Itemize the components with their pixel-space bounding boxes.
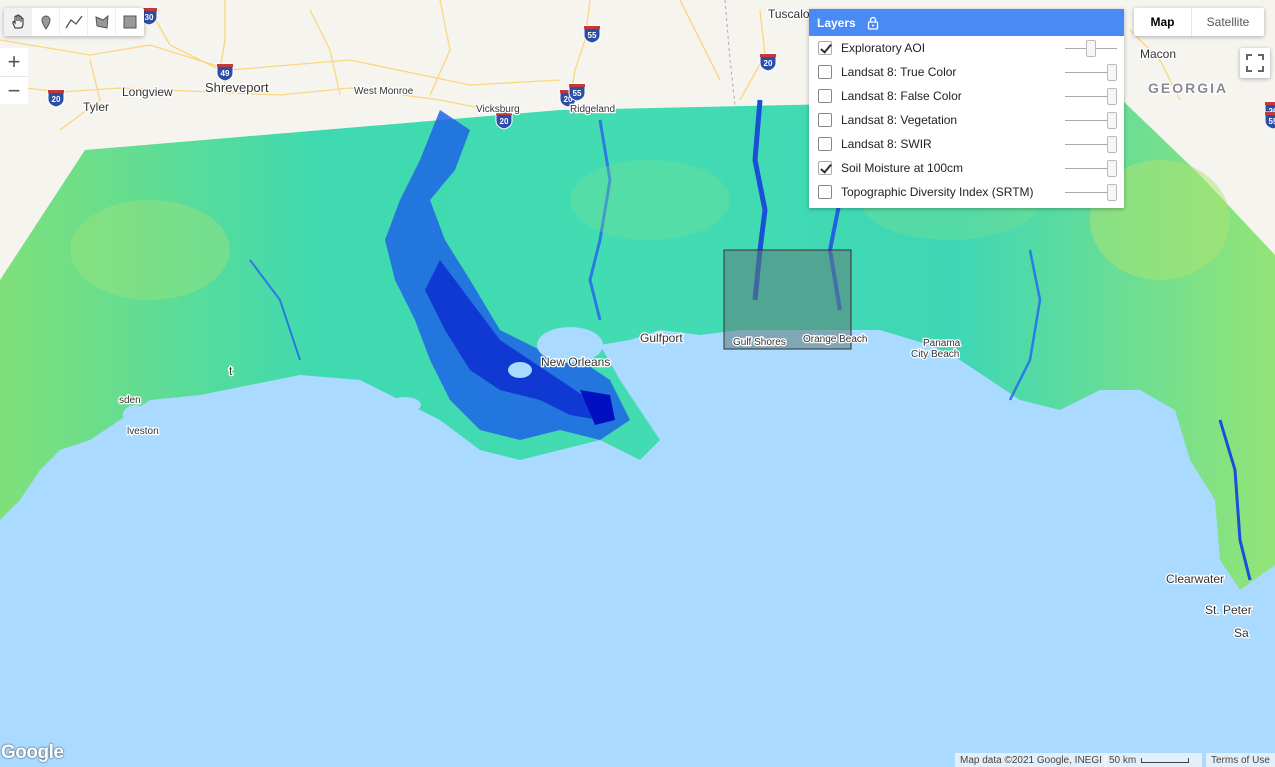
city-label: lveston	[127, 426, 159, 437]
slider-knob[interactable]	[1107, 184, 1117, 201]
layer-name[interactable]: Landsat 8: False Color	[841, 89, 962, 103]
city-label: Macon	[1140, 47, 1176, 61]
fullscreen-button[interactable]	[1240, 48, 1270, 78]
shield-number: 20	[52, 95, 61, 104]
layer-row: Landsat 8: False Color	[809, 84, 1124, 108]
slider-knob[interactable]	[1107, 160, 1117, 177]
shield-number: 49	[221, 69, 230, 78]
city-label: New Orleans	[541, 355, 610, 369]
layer-name[interactable]: Soil Moisture at 100cm	[841, 161, 963, 175]
layer-name[interactable]: Landsat 8: Vegetation	[841, 113, 957, 127]
polygon-icon[interactable]	[88, 8, 116, 36]
line-icon[interactable]	[60, 8, 88, 36]
map-type-map-button[interactable]: Map	[1134, 8, 1192, 36]
map-data-attribution: Map data ©2021 Google, INEGI	[955, 753, 1107, 767]
city-label: Panama	[923, 338, 961, 349]
layer-opacity-slider[interactable]	[1065, 156, 1117, 180]
slider-knob[interactable]	[1107, 88, 1117, 105]
shield-number: 59	[1269, 117, 1275, 126]
layer-checkbox[interactable]	[818, 89, 832, 103]
slider-knob[interactable]	[1107, 64, 1117, 81]
layer-name[interactable]: Exploratory AOI	[841, 41, 925, 55]
city-label: Tuscalo	[768, 7, 810, 21]
layer-row: Landsat 8: SWIR	[809, 132, 1124, 156]
layer-name[interactable]: Topographic Diversity Index (SRTM)	[841, 185, 1034, 199]
layers-title: Layers	[817, 15, 856, 30]
city-label: Shreveport	[205, 80, 269, 95]
zoom-out-button[interactable]: −	[0, 76, 28, 104]
layer-opacity-slider[interactable]	[1065, 108, 1117, 132]
layer-row: Topographic Diversity Index (SRTM)	[809, 180, 1124, 204]
scale-label: 50 km	[1109, 754, 1137, 766]
city-label: Gulfport	[640, 331, 683, 345]
drawing-tools	[4, 8, 144, 36]
fullscreen-icon	[1246, 54, 1264, 72]
layer-checkbox[interactable]	[818, 137, 832, 151]
scale-bar	[1141, 757, 1190, 763]
city-label: St. Peter	[1205, 603, 1252, 617]
layer-opacity-slider[interactable]	[1065, 132, 1117, 156]
shield-number: 55	[588, 31, 597, 40]
city-label: Tyler	[83, 100, 109, 114]
layer-opacity-slider[interactable]	[1065, 36, 1117, 60]
shield-number: 30	[145, 13, 154, 22]
rectangle-icon[interactable]	[116, 8, 144, 36]
interstate-shield-icon: 20	[47, 89, 65, 108]
slider-knob[interactable]	[1107, 112, 1117, 129]
layer-row: Soil Moisture at 100cm	[809, 156, 1124, 180]
layers-header: Layers	[809, 9, 1124, 36]
hand-icon[interactable]	[4, 8, 32, 36]
interstate-shield-icon: 55	[568, 83, 586, 102]
city-label: West Monroe	[354, 86, 414, 97]
google-logo: Google	[1, 742, 64, 763]
interstate-shield-icon: 55	[583, 25, 601, 44]
layer-checkbox[interactable]	[818, 65, 832, 79]
city-label: Sa	[1234, 626, 1249, 640]
layers-panel: Layers Exploratory AOI Landsat 8: True Co…	[809, 9, 1124, 208]
map-type-satellite-button[interactable]: Satellite	[1192, 8, 1264, 36]
shield-number: 20	[500, 117, 509, 126]
city-label: GEORGIA	[1148, 80, 1228, 96]
layer-checkbox[interactable]	[818, 185, 832, 199]
shield-number: 20	[764, 59, 773, 68]
city-label: Clearwater	[1166, 572, 1224, 586]
city-label: Vicksburg	[476, 104, 520, 115]
layer-list: Exploratory AOI Landsat 8: True Color Land…	[809, 36, 1124, 204]
terms-link[interactable]: Terms of Use	[1206, 753, 1275, 767]
layer-opacity-slider[interactable]	[1065, 60, 1117, 84]
layer-checkbox[interactable]	[818, 161, 832, 175]
layer-checkbox[interactable]	[818, 113, 832, 127]
lock-icon[interactable]	[866, 16, 880, 30]
layer-row: Exploratory AOI	[809, 36, 1124, 60]
layer-name[interactable]: Landsat 8: True Color	[841, 65, 956, 79]
scale-control[interactable]: 50 km	[1104, 753, 1202, 767]
layer-row: Landsat 8: True Color	[809, 60, 1124, 84]
city-label: Longview	[122, 85, 173, 99]
zoom-in-button[interactable]: +	[0, 48, 28, 76]
city-label: Gulf Shores	[733, 337, 786, 348]
city-label: Orange Beach	[803, 334, 868, 345]
city-label: Ridgeland	[570, 104, 615, 115]
city-label: sden	[119, 395, 141, 406]
city-label: City Beach	[911, 349, 959, 360]
slider-knob[interactable]	[1107, 136, 1117, 153]
shield-number: 55	[573, 89, 582, 98]
map-type-control: Map Satellite	[1134, 8, 1264, 36]
layer-checkbox[interactable]	[818, 41, 832, 55]
marker-icon[interactable]	[32, 8, 60, 36]
slider-knob[interactable]	[1086, 40, 1096, 57]
interstate-shield-icon: 49	[216, 63, 234, 82]
layer-opacity-slider[interactable]	[1065, 84, 1117, 108]
zoom-control: + −	[0, 48, 28, 104]
layer-name[interactable]: Landsat 8: SWIR	[841, 137, 932, 151]
layer-row: Landsat 8: Vegetation	[809, 108, 1124, 132]
interstate-shield-icon: 20	[759, 53, 777, 72]
layer-opacity-slider[interactable]	[1065, 180, 1117, 204]
